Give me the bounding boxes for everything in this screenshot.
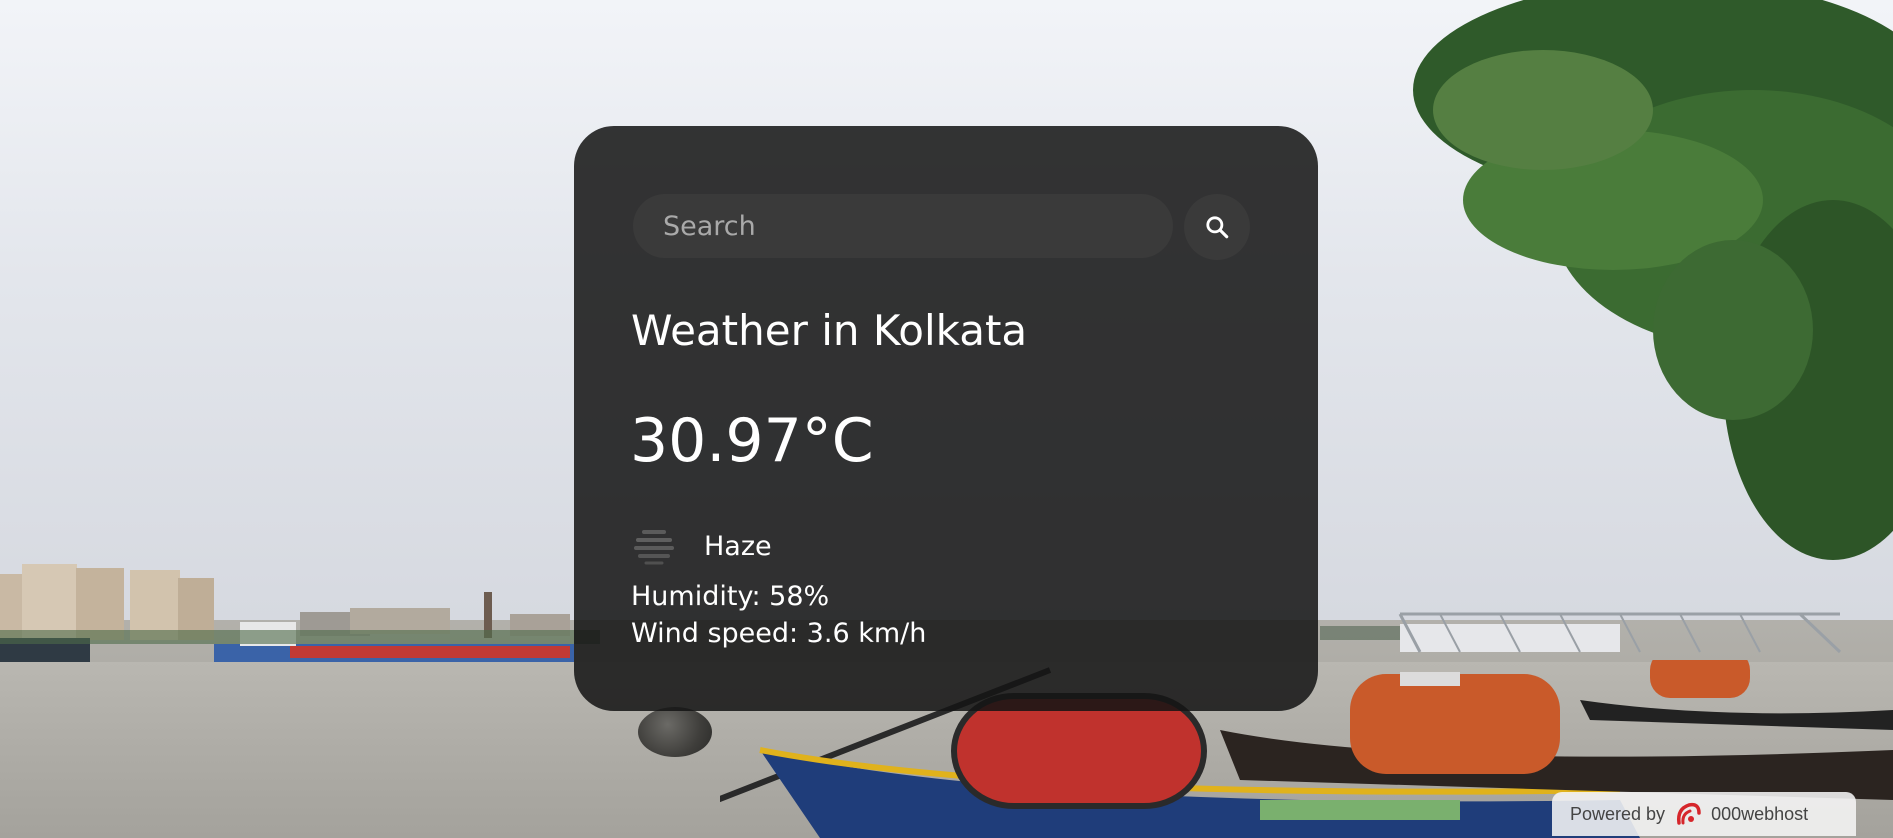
tree-foliage-image	[1413, 0, 1893, 560]
shore-rock	[638, 707, 712, 757]
weather-card: Weather in Kolkata 30.97°C Haze Humidity…	[574, 126, 1318, 711]
city-title: Weather in Kolkata	[631, 306, 1028, 355]
search-button[interactable]	[1184, 194, 1250, 260]
badge-prefix: Powered by	[1570, 803, 1666, 824]
badge-brand: 000webhost	[1711, 803, 1809, 824]
wind-speed-value: Wind speed: 3.6 km/h	[631, 618, 927, 649]
weather-condition: Haze	[624, 516, 772, 576]
search-icon	[1206, 216, 1229, 239]
powered-by-badge[interactable]: Powered by 000webhost	[1552, 792, 1856, 836]
condition-label: Haze	[704, 530, 772, 562]
temperature-value: 30.97°C	[630, 406, 874, 476]
page-background: Weather in Kolkata 30.97°C Haze Humidity…	[0, 0, 1893, 838]
humidity-value: Humidity: 58%	[631, 581, 830, 612]
haze-icon	[624, 516, 684, 576]
search-bar	[633, 194, 1250, 260]
search-input[interactable]	[633, 194, 1173, 258]
webhost-logo-icon	[1677, 802, 1701, 825]
